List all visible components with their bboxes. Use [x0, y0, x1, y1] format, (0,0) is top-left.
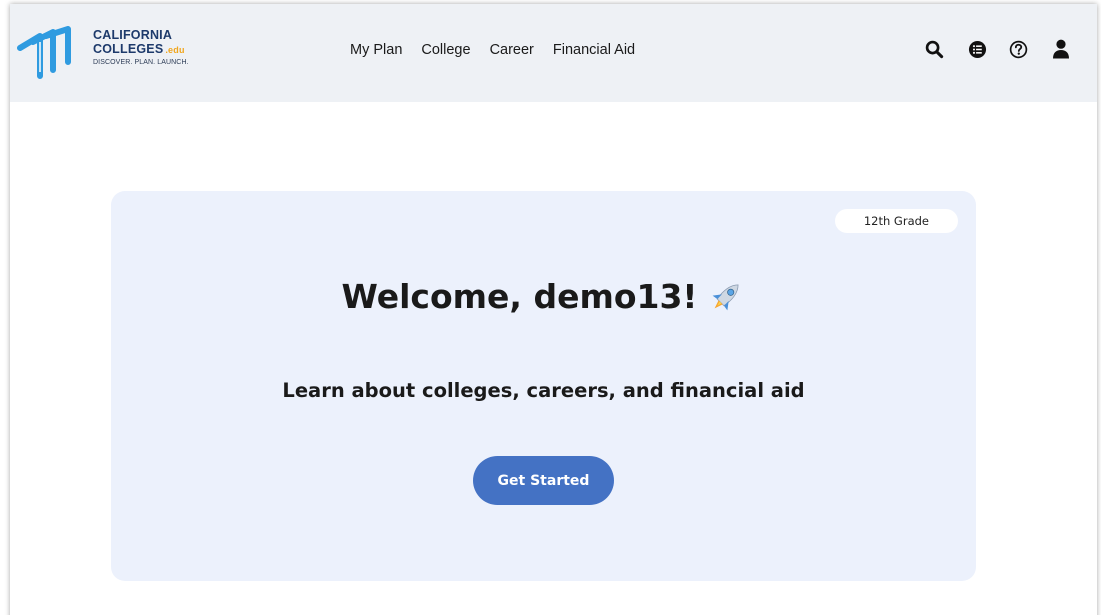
logo-edu: .edu [165, 44, 185, 55]
list-icon[interactable] [966, 38, 988, 60]
logo-line2: COLLEGES .edu [93, 41, 189, 56]
grade-badge: 12th Grade [834, 209, 958, 233]
welcome-subtitle: Learn about colleges, careers, and finan… [282, 379, 805, 402]
app-window: CALIFORNIA COLLEGES .edu DISCOVER. PLAN. … [10, 4, 1097, 615]
nav-my-plan[interactable]: My Plan [350, 42, 402, 58]
welcome-text: Welcome, demo13! [341, 277, 698, 316]
get-started-button[interactable]: Get Started [473, 456, 614, 505]
nav-financial-aid[interactable]: Financial Aid [553, 42, 635, 58]
user-icon[interactable] [1050, 38, 1072, 60]
header-icon-group [920, 38, 1070, 60]
california-colleges-logo[interactable]: CALIFORNIA COLLEGES .edu DISCOVER. PLAN. … [16, 26, 216, 82]
logo-tagline: DISCOVER. PLAN. LAUNCH. [93, 59, 189, 66]
logo-colleges: COLLEGES [93, 41, 164, 56]
welcome-heading: Welcome, demo13! [111, 277, 976, 316]
rocket-icon [713, 284, 739, 310]
nav-college[interactable]: College [421, 42, 470, 58]
welcome-card: 12th Grade Welcome, demo13! Learn about … [111, 191, 976, 581]
nav-career[interactable]: Career [490, 42, 534, 58]
main-nav: My Plan College Career Financial Aid [350, 42, 635, 58]
search-icon[interactable] [923, 38, 945, 60]
logo-mark-icon [17, 26, 71, 79]
logo-wordmark: CALIFORNIA COLLEGES .edu DISCOVER. PLAN. … [93, 29, 189, 66]
top-header: CALIFORNIA COLLEGES .edu DISCOVER. PLAN. … [10, 4, 1097, 102]
help-icon[interactable] [1007, 38, 1029, 60]
logo-line1: CALIFORNIA [93, 28, 173, 42]
